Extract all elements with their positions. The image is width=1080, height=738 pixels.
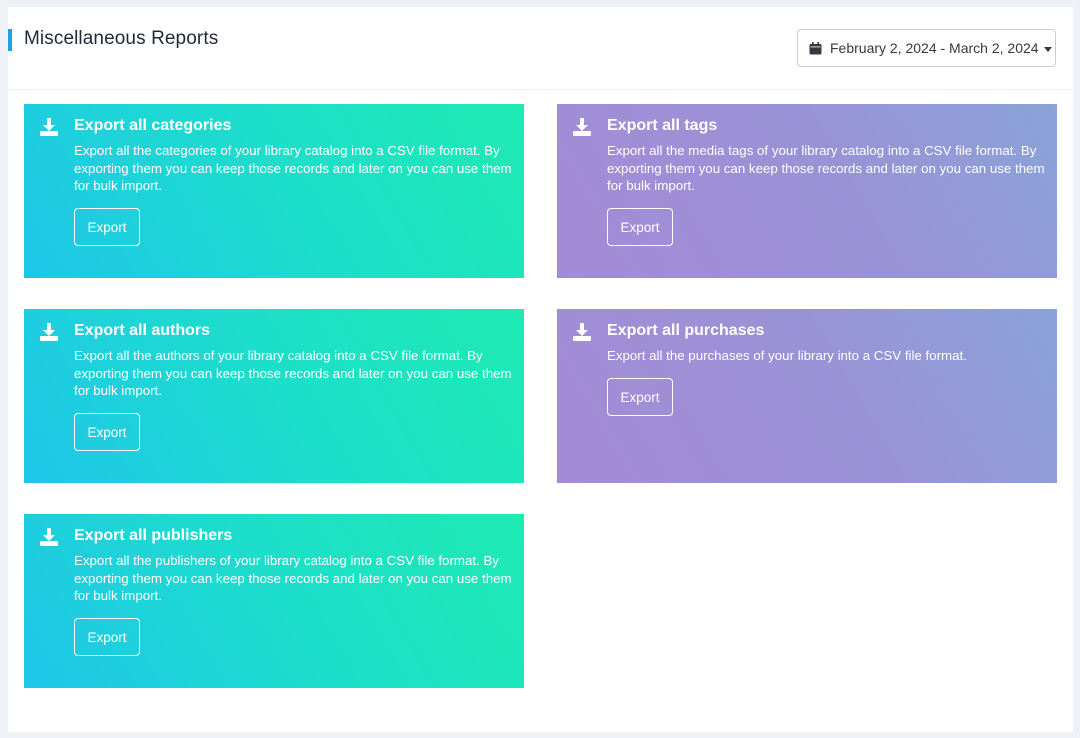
export-categories-card: Export all categories Export all the cat… — [24, 104, 524, 278]
page-title: Miscellaneous Reports — [24, 28, 219, 49]
chevron-down-icon — [1043, 46, 1052, 52]
date-range-text: February 2, 2024 - March 2, 2024 — [830, 40, 1039, 56]
title-accent-bar — [8, 29, 12, 51]
download-icon — [40, 528, 58, 546]
export-tags-card: Export all tags Export all the media tag… — [557, 104, 1057, 278]
card-description: Export all the categories of your librar… — [74, 143, 512, 193]
calendar-icon — [809, 41, 822, 54]
card-description: Export all the media tags of your librar… — [607, 143, 1045, 193]
download-icon — [573, 323, 591, 341]
card-title: Export all publishers — [74, 527, 233, 544]
card-title: Export all categories — [74, 117, 232, 134]
reports-panel: Miscellaneous Reports February 2, 2024 -… — [8, 7, 1073, 732]
page-header: Miscellaneous Reports February 2, 2024 -… — [8, 7, 1073, 90]
card-title: Export all tags — [607, 117, 718, 134]
download-icon — [40, 323, 58, 341]
card-description: Export all the purchases of your library… — [607, 348, 967, 363]
card-description: Export all the authors of your library c… — [74, 348, 512, 398]
export-authors-button[interactable]: Export — [74, 413, 140, 451]
export-publishers-button[interactable]: Export — [74, 618, 140, 656]
export-publishers-card: Export all publishers Export all the pub… — [24, 514, 524, 688]
download-icon — [573, 118, 591, 136]
download-icon — [40, 118, 58, 136]
export-categories-button[interactable]: Export — [74, 208, 140, 246]
card-title: Export all authors — [74, 322, 211, 339]
export-authors-card: Export all authors Export all the author… — [24, 309, 524, 483]
export-purchases-card: Export all purchases Export all the purc… — [557, 309, 1057, 483]
date-range-picker[interactable]: February 2, 2024 - March 2, 2024 — [797, 29, 1056, 67]
card-title: Export all purchases — [607, 322, 765, 339]
card-description: Export all the publishers of your librar… — [74, 553, 512, 603]
export-tags-button[interactable]: Export — [607, 208, 673, 246]
export-purchases-button[interactable]: Export — [607, 378, 673, 416]
